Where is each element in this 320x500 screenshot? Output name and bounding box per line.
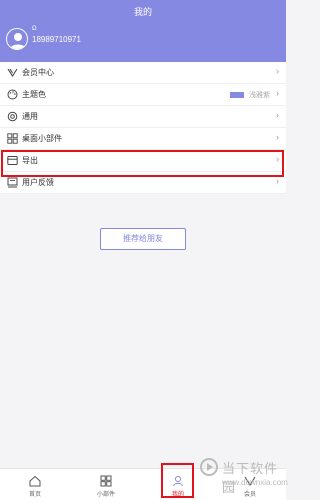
feedback-icon — [7, 177, 18, 188]
header: 我的 Ω 18989710971 — [0, 0, 286, 62]
palette-icon — [7, 89, 18, 100]
tab-widgets[interactable]: 小部件 — [86, 469, 126, 500]
phone-number: 18989710971 — [32, 35, 81, 44]
menu-item-label: 主题色 — [22, 90, 46, 99]
menu-item-theme-color[interactable]: 主题色 浅雅紫 › — [0, 84, 286, 106]
chevron-right-icon: › — [276, 88, 279, 98]
menu-item-label: 会员中心 — [22, 68, 54, 77]
vip-icon — [7, 67, 18, 78]
recommend-to-friend-button[interactable]: 推荐给朋友 — [100, 228, 186, 250]
export-highlight-box — [1, 150, 284, 177]
theme-color-name: 浅雅紫 — [249, 92, 270, 99]
menu-item-label: 用户反馈 — [22, 178, 54, 187]
tab-label: 首页 — [28, 492, 41, 498]
home-icon — [29, 475, 41, 487]
chevron-right-icon: › — [276, 132, 279, 142]
settings-icon — [7, 111, 18, 122]
menu-item-general[interactable]: 通用 › — [0, 106, 286, 128]
chevron-right-icon: › — [276, 66, 279, 76]
widget-icon — [7, 133, 18, 144]
menu-item-desktop-widget[interactable]: 桌面小部件 › — [0, 128, 286, 150]
tab-label: 小部件 — [96, 492, 115, 498]
user-avatar-icon — [10, 33, 26, 49]
theme-color-swatch — [230, 92, 244, 98]
watermark-logo-icon — [200, 458, 218, 476]
avatar[interactable] — [6, 28, 28, 50]
chevron-right-icon: › — [276, 110, 279, 120]
profile-area[interactable]: Ω 18989710971 — [0, 24, 286, 62]
mine-tab-highlight-box — [161, 463, 194, 498]
chevron-right-icon: › — [276, 176, 279, 186]
tab-home[interactable]: 首页 — [15, 469, 55, 500]
widget-icon — [100, 475, 112, 487]
watermark: 当下软件园 www.downxia.com — [200, 456, 288, 500]
menu-item-label: 通用 — [22, 112, 38, 121]
menu-item-vip-center[interactable]: 会员中心 › — [0, 62, 286, 84]
watermark-text: 当下软件园 — [222, 461, 279, 495]
menu-item-label: 桌面小部件 — [22, 134, 62, 143]
page-title: 我的 — [133, 7, 152, 17]
watermark-url: www.downxia.com — [222, 478, 288, 487]
vip-mark: Ω — [32, 26, 37, 32]
